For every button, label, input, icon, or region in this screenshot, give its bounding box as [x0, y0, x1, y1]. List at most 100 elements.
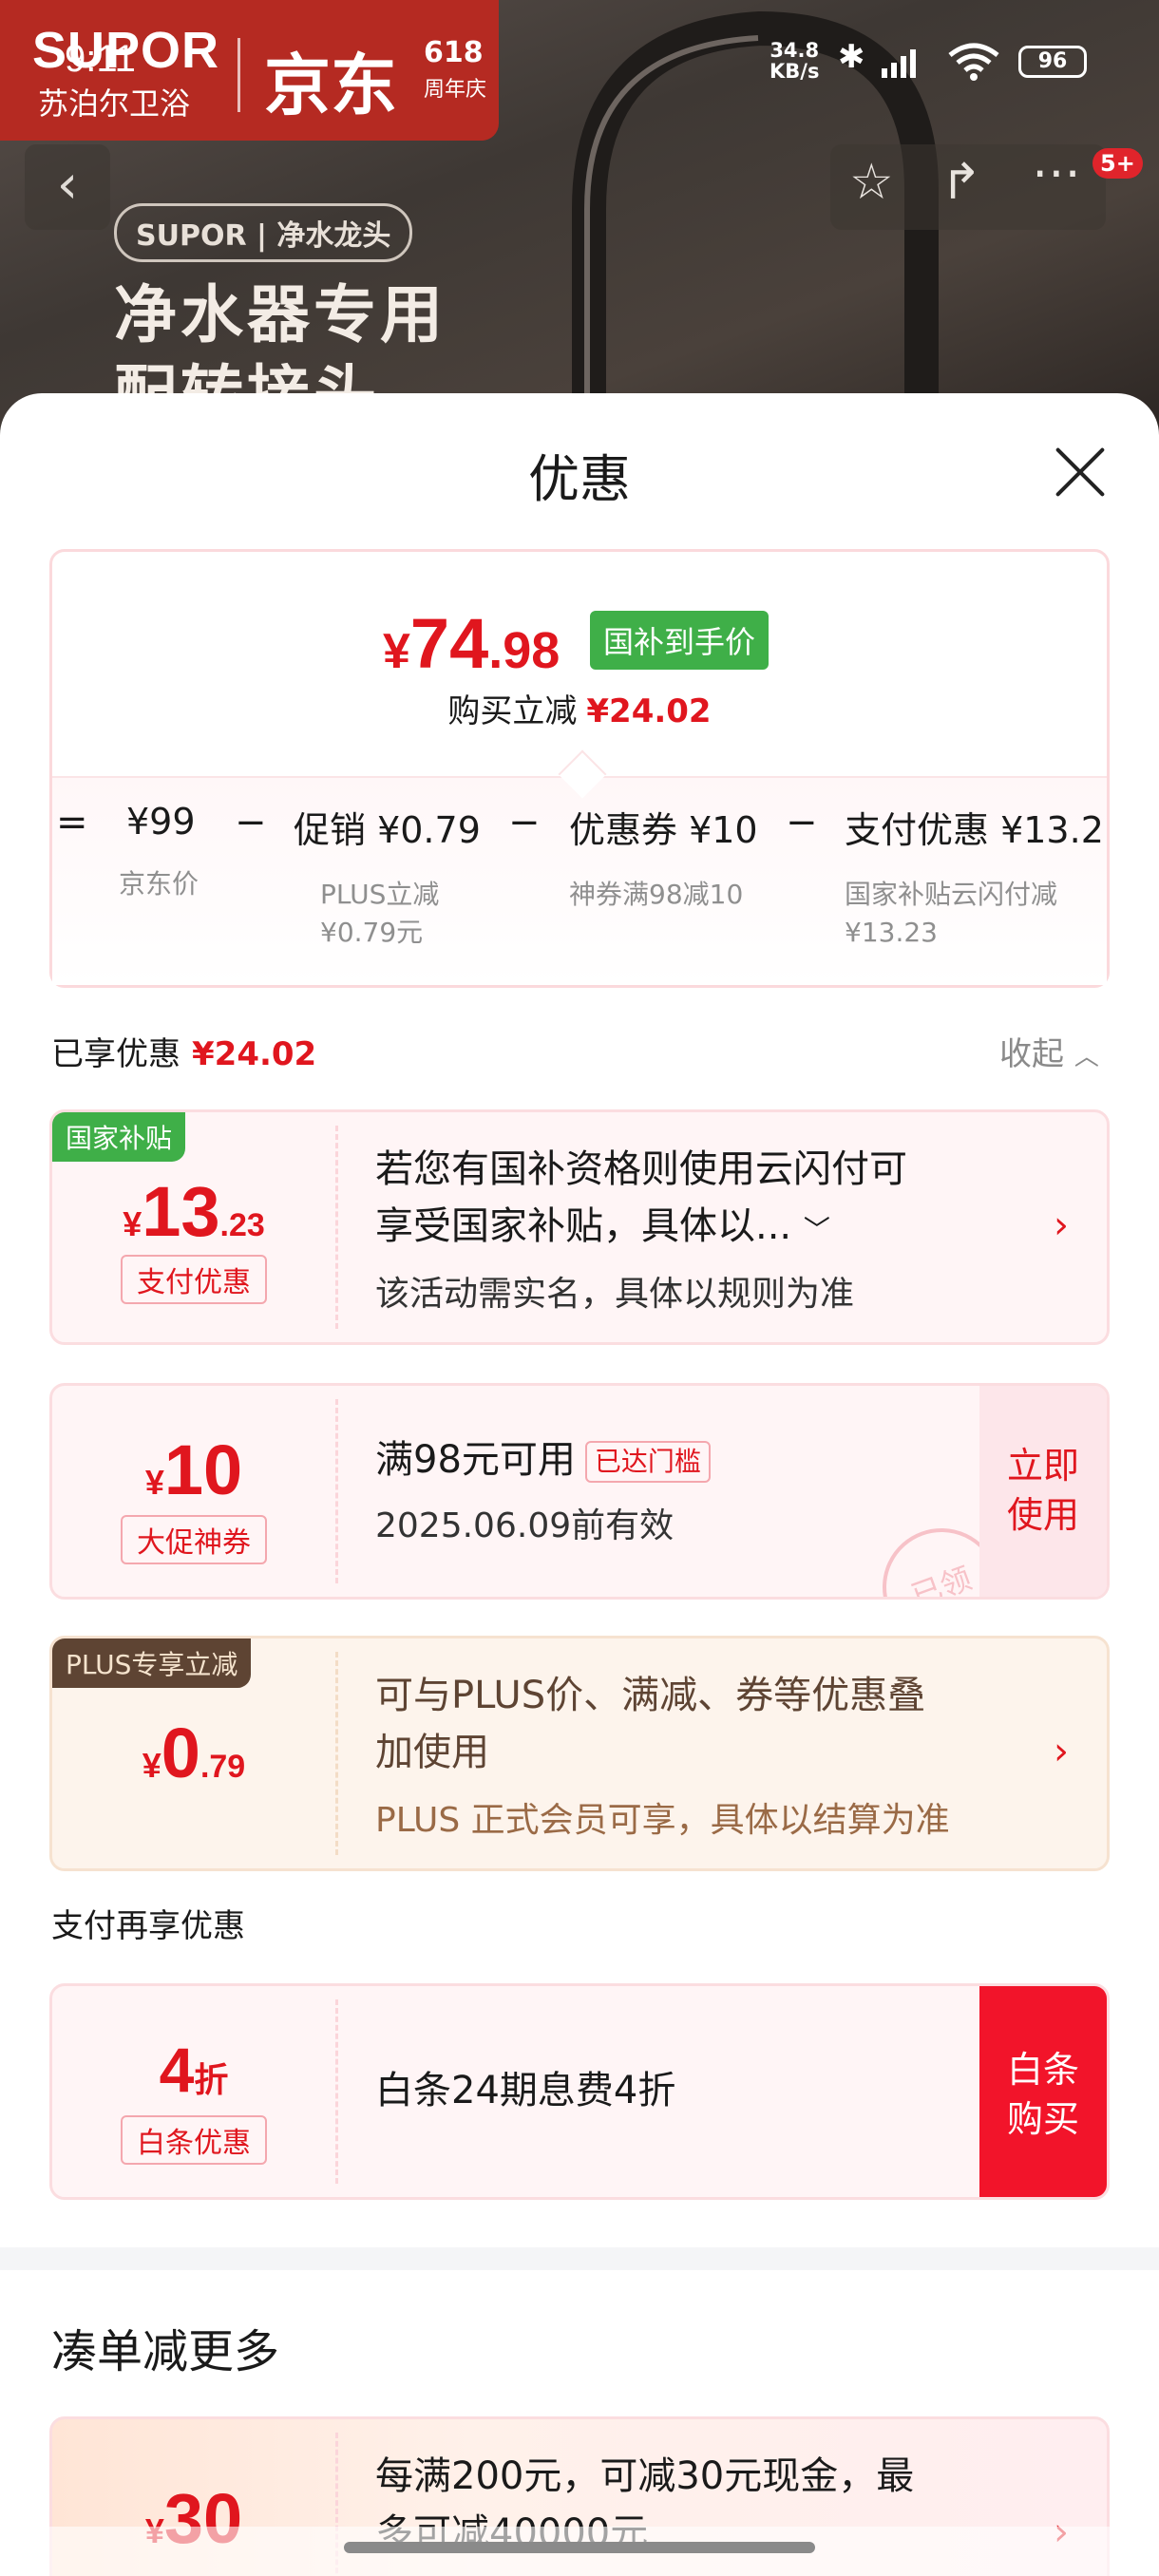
home-indicator[interactable] [344, 2542, 815, 2553]
collapse-button[interactable]: 收起 ︿ [999, 1028, 1099, 1074]
breakdown-title: 促销 ¥0.79 [294, 809, 481, 851]
payment-label: 白条优惠 [121, 2115, 267, 2165]
breakdown-item: 优惠券 ¥10 神券满98减10 [569, 801, 758, 914]
coupon-desc-line2: 加使用 [375, 1731, 489, 1774]
coupon-threshold: 满98元可用 已达门槛 [375, 1431, 711, 1488]
card-divider [335, 1399, 338, 1583]
amount-dec: .23 [219, 1207, 265, 1243]
more-icon[interactable]: ⋯ [1032, 144, 1081, 201]
coupon-card-subsidy[interactable]: 国家补贴 ¥13.23 支付优惠 若您有国补资格则使用云闪付可 享受国家补贴，具… [49, 1109, 1110, 1345]
breakdown-item: ¥99 京东价 [119, 801, 199, 903]
pill-brand: SUPOR [136, 219, 247, 253]
save-amount: ¥24.02 [586, 692, 712, 730]
enjoyed-amount: ¥24.02 [192, 1035, 317, 1073]
save-label: 购买立减 [447, 692, 578, 730]
breakdown-sub: PLUS立减 ¥0.79元 [320, 876, 481, 952]
price-breakdown[interactable]: = ¥99 京东价 − 促销 ¥0.79 PLUS立减 ¥0.79元 − 优惠券… [52, 801, 1107, 972]
top-action-bar: ☆ ↱ ⋯ [830, 144, 1106, 230]
use-now-line2: 使用 [1006, 1494, 1079, 1536]
status-bar: 9:11 34.8 KB/s ✱ 96 [0, 0, 1159, 123]
coupon-validity: 2025.06.09前有效 [375, 1506, 674, 1545]
battery-indicator: 96 [1018, 46, 1087, 78]
amount-symbol: ¥ [142, 1746, 162, 1785]
pill-text: 净水龙头 [276, 219, 391, 253]
coupon-desc-line1: 可与PLUS价、满减、券等优惠叠 [375, 1674, 926, 1717]
coupon-sub: PLUS 正式会员可享，具体以结算为准 [375, 1801, 950, 1840]
corner-tag: 国家补贴 [52, 1112, 186, 1162]
coupon-amount: ¥10 [52, 1430, 335, 1510]
net-speed-unit: KB/s [770, 60, 820, 83]
amount-int: 13 [142, 1172, 220, 1251]
card-divider [335, 1999, 338, 2184]
coupon-desc-line2: 享受国家补贴，具体以... ﹀ [375, 1198, 907, 1259]
chevron-right-icon: › [1054, 1730, 1069, 1773]
gesture-nav-bar [0, 2527, 1159, 2576]
breakdown-title: 优惠券 ¥10 [569, 809, 758, 851]
save-line: 购买立减 ¥24.02 [52, 685, 1107, 731]
coupon-threshold-text: 满98元可用 [375, 1438, 576, 1482]
section-separator [0, 2247, 1159, 2270]
breakdown-sub: 国家补贴云闪付减 ¥13.23 [845, 876, 1104, 952]
share-icon[interactable]: ↱ [940, 154, 982, 211]
coupon-card-promo[interactable]: ¥10 大促神券 满98元可用 已达门槛 2025.06.09前有效 已领 立即 … [49, 1383, 1110, 1600]
amount-symbol: ¥ [123, 1204, 142, 1243]
chevron-right-icon: › [1054, 1203, 1069, 1247]
amount-int: 0 [161, 1714, 200, 1792]
net-speed-value: 34.8 [770, 39, 820, 62]
breakdown-title: ¥99 [126, 801, 196, 843]
chevron-down-icon[interactable]: ﹀ [804, 1214, 830, 1245]
coupon-amount: ¥13.23 [52, 1171, 335, 1252]
breakdown-item: 促销 ¥0.79 PLUS立减 ¥0.79元 [294, 801, 481, 952]
product-title-line1: 净水器专用 [114, 278, 446, 351]
payment-desc: 白条24期息费4折 [375, 2069, 676, 2112]
reached-badge: 已达门槛 [584, 1441, 711, 1483]
close-button[interactable] [1051, 443, 1110, 502]
final-price-symbol: ¥ [383, 624, 410, 679]
breakdown-title: 支付优惠 ¥13.2 [845, 809, 1104, 851]
amount-dec: .79 [200, 1749, 246, 1785]
discount-unit: 折 [194, 2060, 229, 2099]
breakdown-item: 支付优惠 ¥13.2 国家补贴云闪付减 ¥13.23 [845, 801, 1104, 952]
back-button[interactable]: ‹ [25, 144, 110, 230]
breakdown-sub: 京东价 [119, 868, 200, 900]
collapse-label: 收起 [999, 1035, 1064, 1073]
breakdown-sub-line2: ¥0.79元 [320, 917, 424, 948]
coupon-desc-line1: 若您有国补资格则使用云闪付可 [375, 1147, 907, 1191]
bluetooth-icon: ✱ [838, 38, 865, 76]
coupon-sub: 该活动需实名，具体以规则为准 [375, 1275, 855, 1314]
final-price-dec: .98 [488, 622, 560, 679]
breakdown-op: − [786, 801, 818, 844]
amount-symbol: ¥ [144, 1463, 164, 1502]
coupon-label: 大促神券 [121, 1515, 267, 1564]
breakdown-sub-line1: PLUS立减 [320, 879, 440, 910]
use-now-button[interactable]: 立即 使用 [979, 1386, 1107, 1597]
discount-num: 4 [159, 2035, 195, 2105]
coupon-desc: 若您有国补资格则使用云闪付可 享受国家补贴，具体以... ﹀ [375, 1141, 907, 1259]
baitiao-line1: 白条 [1006, 2049, 1079, 2091]
card-divider [335, 1126, 338, 1329]
payment-card-baitiao[interactable]: 4折 白条优惠 白条24期息费4折 白条 购买 [49, 1983, 1110, 2200]
breakdown-op: = [56, 801, 88, 844]
sheet-title: 优惠 [528, 449, 631, 509]
bundle-desc-line1: 每满200元，可减30元现金，最 [375, 2454, 915, 2498]
wifi-icon [948, 43, 999, 81]
notification-badge: 5+ [1092, 148, 1143, 179]
breakdown-sub-line2: ¥13.23 [845, 917, 938, 948]
final-price-tag: 国补到手价 [590, 611, 770, 670]
breakdown-op: − [508, 801, 541, 844]
star-icon[interactable]: ☆ [849, 154, 894, 211]
coupon-desc: 可与PLUS价、满减、券等优惠叠 加使用 [375, 1667, 925, 1781]
price-summary: ¥74.98 国补到手价 购买立减 ¥24.02 = ¥99 京东价 − 促销 ¥… [49, 549, 1110, 988]
breakdown-op: − [235, 801, 267, 844]
enjoyed-discount: 已享优惠 ¥24.02 [51, 1028, 316, 1074]
coupon-card-plus[interactable]: PLUS专享立减 ¥0.79 可与PLUS价、满减、券等优惠叠 加使用 PLUS… [49, 1636, 1110, 1871]
coupon-desc-line2-text: 享受国家补贴，具体以... [375, 1204, 792, 1248]
baitiao-buy-button[interactable]: 白条 购买 [979, 1986, 1107, 2197]
final-price-int: 74 [409, 604, 489, 683]
chevron-up-icon: ︿ [1074, 1043, 1099, 1071]
chevron-left-icon: ‹ [56, 154, 79, 216]
status-time: 9:11 [65, 38, 136, 80]
product-pill: SUPOR | 净水龙头 [114, 203, 413, 262]
card-divider [335, 1652, 338, 1855]
corner-tag: PLUS专享立减 [52, 1638, 252, 1688]
